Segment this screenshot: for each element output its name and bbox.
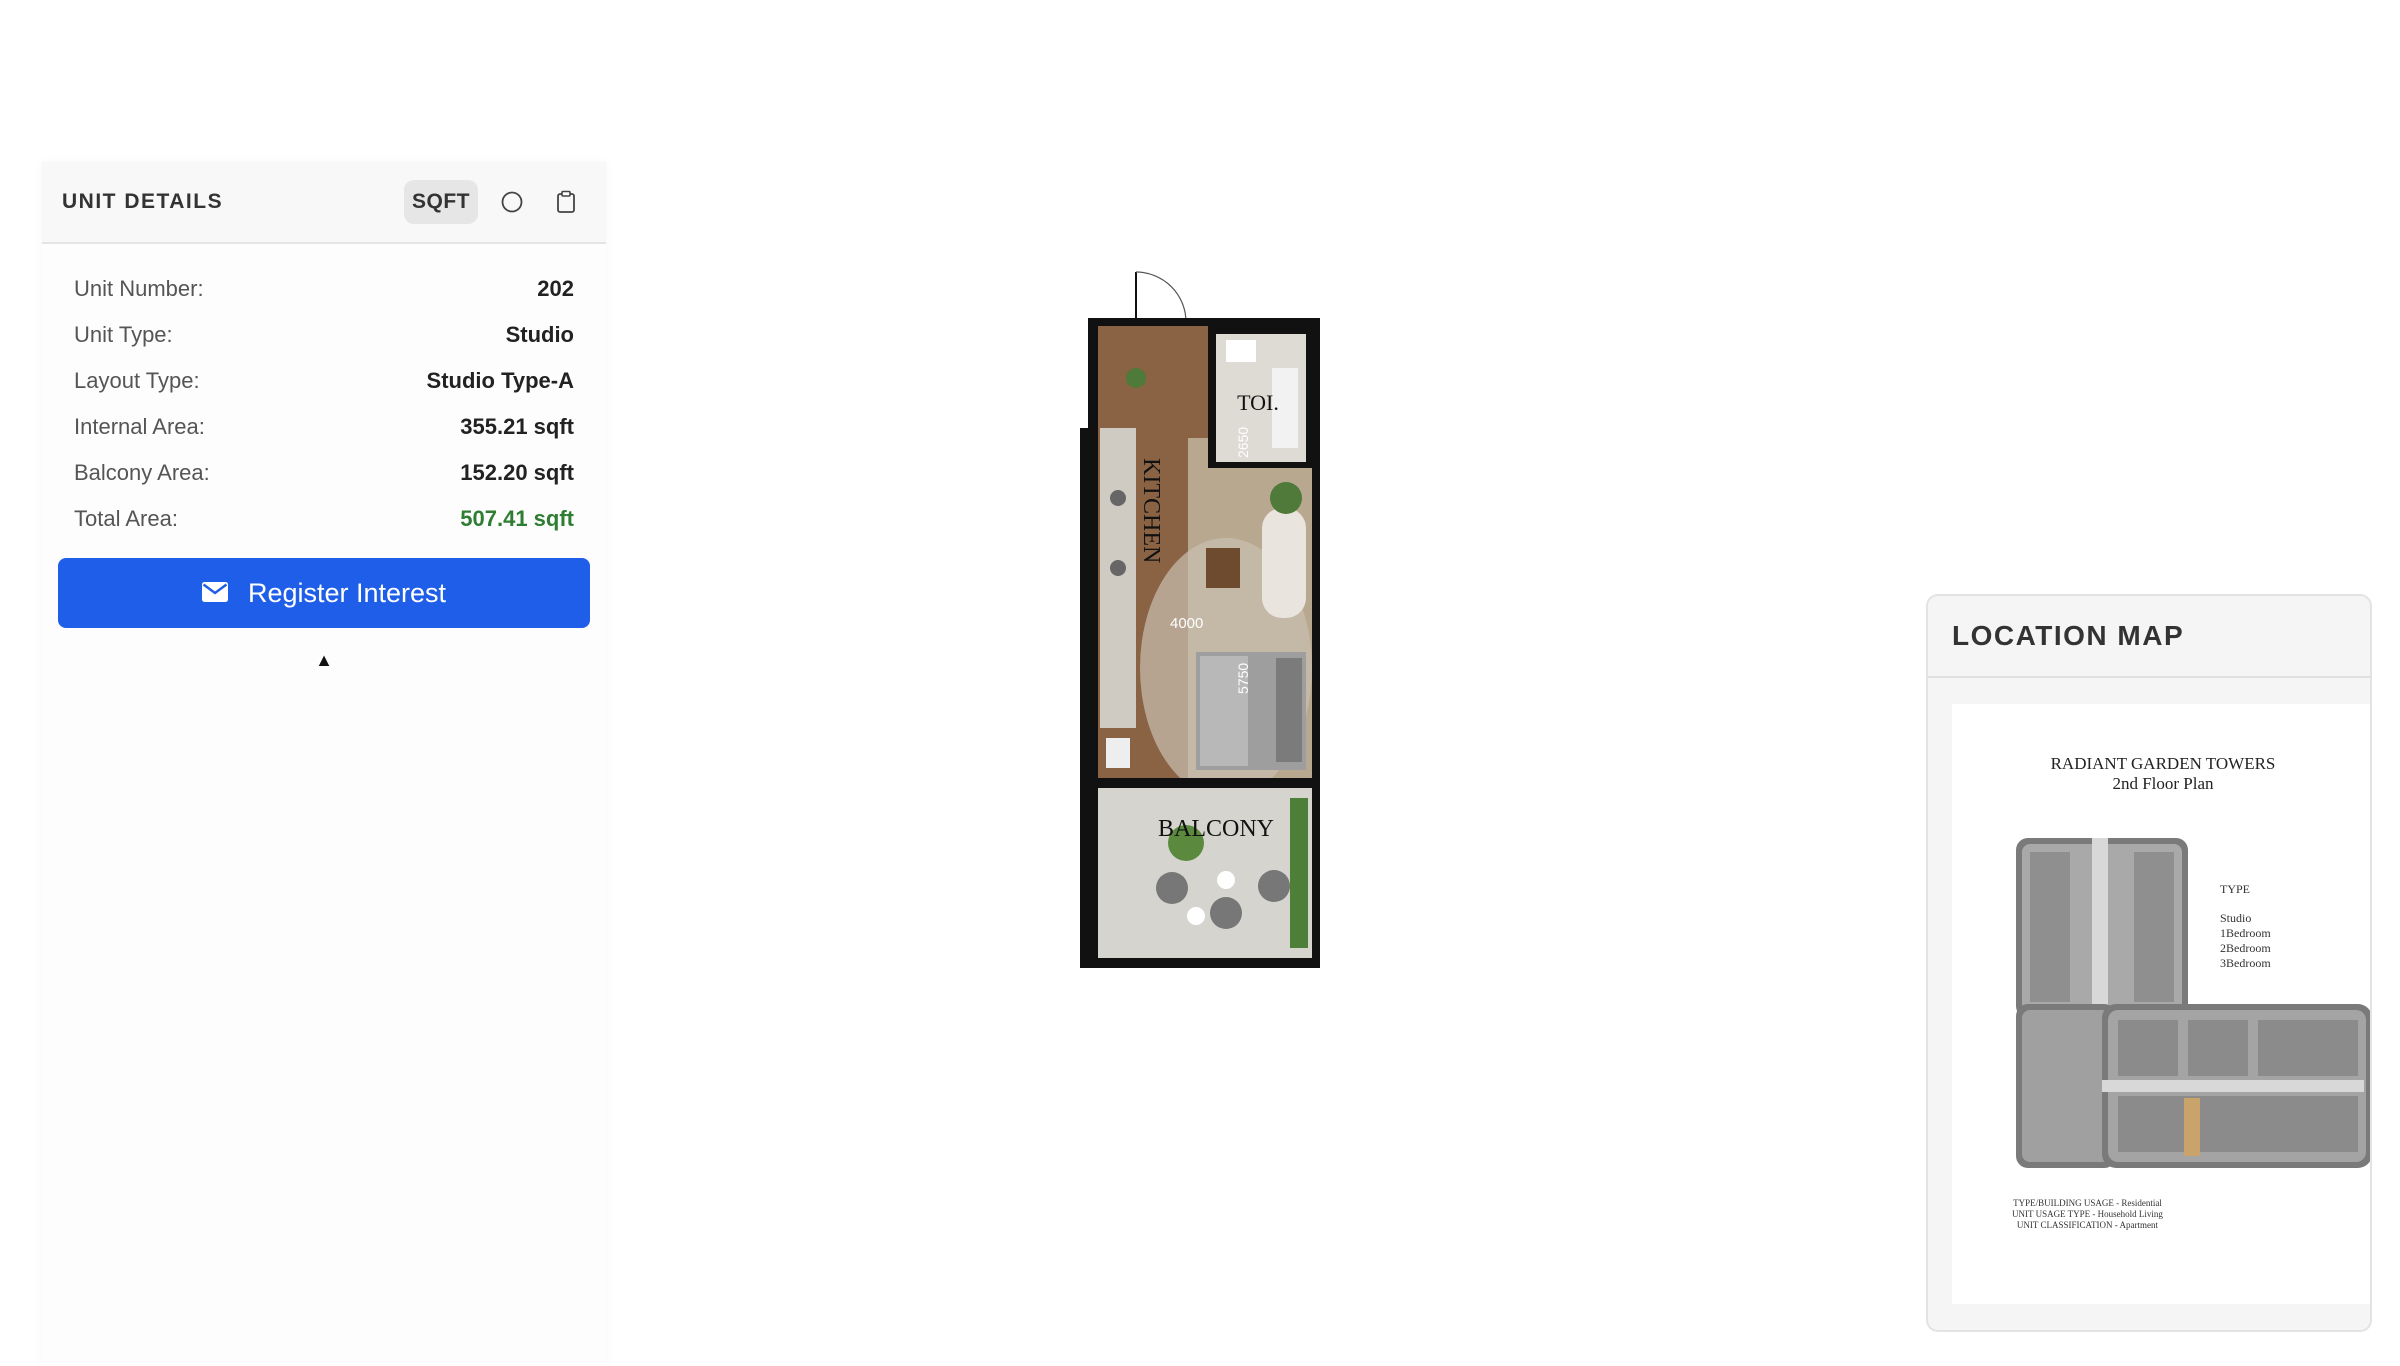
detail-row-balcony-area: Balcony Area: 152.20 sqft	[74, 450, 574, 496]
collapse-toggle[interactable]: ▲	[42, 650, 606, 671]
sofa	[1262, 508, 1306, 618]
detail-label: Internal Area:	[74, 414, 205, 439]
detail-value: Studio	[505, 322, 574, 347]
detail-row-unit-number: Unit Number: 202	[74, 266, 574, 312]
header-actions: SQFT	[404, 180, 586, 224]
door-swing-arc	[1135, 271, 1187, 323]
circle-icon[interactable]	[492, 182, 532, 222]
register-interest-label: Register Interest	[247, 577, 447, 608]
detail-label: Unit Number:	[74, 276, 204, 301]
detail-label: Balcony Area:	[74, 460, 210, 485]
unit-details-header: UNIT DETAILS SQFT	[42, 162, 606, 244]
detail-value: 152.20 sqft	[460, 460, 574, 485]
width-dimension: 4000	[1170, 615, 1203, 632]
balcony-partition	[1098, 778, 1312, 788]
detail-value: 202	[537, 276, 574, 301]
toilet-dimension: 2650	[1235, 427, 1251, 458]
detail-label: Unit Type:	[74, 322, 173, 347]
clipboard-icon[interactable]	[546, 182, 586, 222]
location-map-image[interactable]: RADIANT GARDEN TOWERS 2nd Floor Plan TYP…	[1952, 704, 2370, 1304]
map-note: UNIT USAGE TYPE - Household Living	[2012, 1209, 2163, 1219]
kitchen-label: KITCHEN	[1138, 458, 1164, 563]
unit-details-list: Unit Number: 202 Unit Type: Studio Layou…	[42, 244, 606, 542]
legend-item: 3Bedroom	[2220, 956, 2271, 970]
legend-item: 1Bedroom	[2220, 926, 2271, 940]
detail-row-total-area: Total Area: 507.41 sqft	[74, 496, 574, 542]
legend-item: Studio	[2220, 911, 2252, 925]
location-map-title: LOCATION MAP	[1952, 620, 2185, 651]
living-dimension: 5750	[1235, 663, 1251, 694]
location-map-panel: LOCATION MAP RADIANT GARDEN TOWERS 2nd F…	[1926, 594, 2372, 1332]
detail-row-unit-type: Unit Type: Studio	[74, 312, 574, 358]
detail-row-layout-type: Layout Type: Studio Type-A	[74, 358, 574, 404]
detail-row-internal-area: Internal Area: 355.21 sqft	[74, 404, 574, 450]
coffee-table	[1206, 548, 1240, 588]
detail-label: Layout Type:	[74, 368, 200, 393]
envelope-icon	[201, 578, 228, 609]
map-notes: TYPE/BUILDING USAGE - Residential UNIT U…	[2012, 1198, 2163, 1231]
map-legend: TYPE Studio 1Bedroom 2Bedroom 3Bedroom	[2220, 882, 2271, 971]
detail-value: Studio Type-A	[426, 368, 574, 393]
map-note: UNIT CLASSIFICATION - Apartment	[2016, 1220, 2158, 1230]
map-note: TYPE/BUILDING USAGE - Residential	[2013, 1198, 2162, 1208]
toilet-label: TOI.	[1237, 390, 1279, 415]
detail-value-total: 507.41 sqft	[460, 506, 574, 531]
balcony-label: BALCONY	[1158, 816, 1274, 842]
unit-toggle-button[interactable]: SQFT	[404, 180, 478, 224]
legend-item: 2Bedroom	[2220, 941, 2271, 955]
unit-details-panel: UNIT DETAILS SQFT Unit Number: 202 Unit …	[42, 162, 606, 1366]
location-map-header: LOCATION MAP	[1928, 596, 2370, 678]
register-interest-button[interactable]: Register Interest	[58, 558, 590, 628]
detail-value: 355.21 sqft	[460, 414, 574, 439]
detail-label: Total Area:	[74, 506, 178, 531]
legend-title: TYPE	[2220, 882, 2250, 896]
kitchen-counter	[1100, 428, 1136, 728]
unit-details-title: UNIT DETAILS	[62, 190, 224, 213]
outer-wall-left	[1080, 428, 1100, 968]
floor-plan-image: TOI. KITCHEN BALCONY 2650 4000 5750	[1076, 268, 1328, 974]
